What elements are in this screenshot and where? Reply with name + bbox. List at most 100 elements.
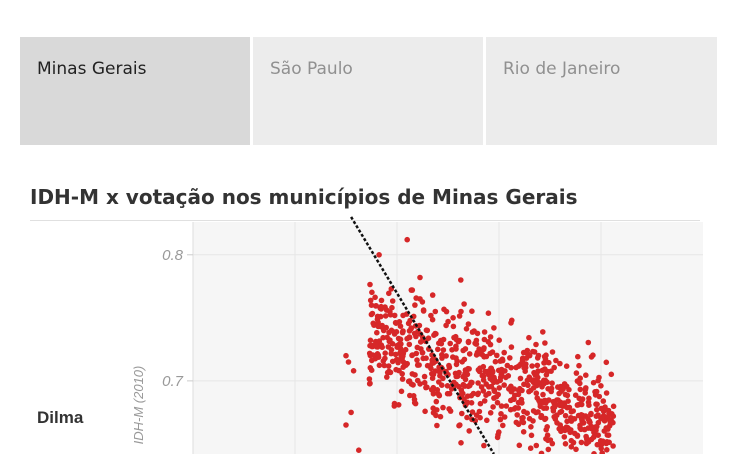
scatter-point: [542, 340, 548, 346]
scatter-point: [599, 415, 605, 421]
scatter-point: [400, 359, 407, 366]
scatter-point: [423, 355, 429, 362]
scatter-point: [367, 337, 374, 344]
scatter-point: [610, 403, 617, 410]
scatter-point: [562, 412, 569, 419]
scatter-point: [409, 352, 416, 358]
scatter-point: [585, 399, 592, 406]
scatter-point: [378, 303, 384, 310]
scatter-point: [433, 398, 440, 405]
scatter-point: [389, 298, 396, 304]
scatter-point: [562, 403, 568, 410]
scatter-point: [508, 344, 515, 350]
scatter-point: [524, 410, 530, 417]
scatter-point: [386, 368, 392, 375]
scatter-point: [429, 375, 436, 382]
scatter-point: [496, 337, 503, 344]
scatter-point: [530, 348, 536, 355]
scatter-point: [481, 329, 488, 335]
scatter-point: [541, 359, 548, 366]
scatter-point: [450, 354, 456, 360]
scatter-point: [518, 396, 525, 403]
scatter-point: [474, 330, 481, 337]
scatter-point: [374, 329, 380, 336]
scatter-point: [481, 398, 488, 404]
scatter-point: [515, 363, 522, 369]
scatter-point: [496, 429, 502, 435]
scatter-point: [458, 440, 464, 446]
scatter-point: [605, 426, 611, 432]
scatter-point: [565, 426, 572, 433]
scatter-point: [577, 422, 583, 429]
scatter-point: [461, 301, 467, 307]
scatter-point: [406, 341, 413, 348]
scatter-point: [507, 406, 514, 413]
scatter-point: [519, 357, 526, 364]
scatter-point: [412, 302, 418, 308]
scatter-point: [521, 365, 527, 371]
scatter-point: [366, 350, 373, 357]
scatter-point: [603, 359, 610, 366]
scatter-point: [484, 417, 490, 424]
scatter-point: [382, 355, 388, 362]
scatter-point: [608, 371, 615, 378]
scatter-point: [343, 352, 349, 359]
y-tick-label: 0.8: [162, 247, 184, 264]
scatter-point: [477, 365, 483, 372]
scatter-point: [476, 408, 483, 415]
scatter-point: [434, 422, 440, 429]
scatter-point: [408, 381, 415, 387]
scatter-point: [600, 438, 606, 445]
scatter-point: [412, 372, 418, 378]
scatter-point: [486, 384, 492, 390]
scatter-point: [389, 341, 396, 347]
scatter-point: [520, 429, 527, 435]
scatter-point: [540, 329, 546, 335]
scatter-point: [527, 445, 534, 452]
scatter-point: [406, 328, 413, 334]
scatter-point: [591, 429, 597, 436]
scatter-point: [487, 410, 494, 416]
scatter-point: [417, 274, 423, 281]
scatter-point: [526, 388, 532, 395]
scatter-point: [574, 378, 581, 384]
scatter-point: [399, 376, 406, 382]
scatter-point: [427, 363, 434, 369]
scatter-point: [593, 401, 599, 408]
scatter-point: [579, 396, 586, 402]
scatter-point: [538, 412, 545, 419]
scatter-point: [375, 354, 382, 361]
scatter-point: [492, 358, 499, 365]
scatter-point: [468, 379, 474, 386]
scatter-point: [535, 374, 541, 381]
scatter-point: [528, 432, 535, 439]
scatter-point: [491, 325, 497, 331]
scatter-point: [456, 422, 462, 429]
scatter-point: [350, 368, 357, 374]
scatter-point: [534, 362, 541, 369]
scatter-point: [453, 361, 460, 368]
scatter-point: [464, 414, 470, 421]
scatter-point: [463, 326, 470, 332]
scatter-point: [500, 422, 506, 429]
scatter-point: [545, 437, 551, 444]
scatter-point: [382, 350, 389, 357]
scatter-point: [419, 299, 426, 305]
scatter-point: [528, 424, 534, 430]
scatter-point: [526, 334, 532, 341]
scatter-point: [595, 377, 601, 384]
scatter-point: [494, 434, 501, 441]
scatter-point: [596, 393, 603, 400]
scatter-point: [555, 397, 561, 403]
scatter-point: [586, 419, 593, 425]
scatter-point: [561, 381, 568, 387]
scatter-point: [465, 339, 472, 346]
scatter-point: [414, 357, 420, 363]
scatter-point: [550, 408, 557, 414]
scatter-point: [560, 386, 566, 392]
scatter-point: [598, 383, 604, 389]
scatter-point: [378, 297, 385, 304]
scatter-point: [447, 340, 454, 347]
scatter-point: [572, 392, 579, 399]
scatter-point: [545, 446, 552, 453]
